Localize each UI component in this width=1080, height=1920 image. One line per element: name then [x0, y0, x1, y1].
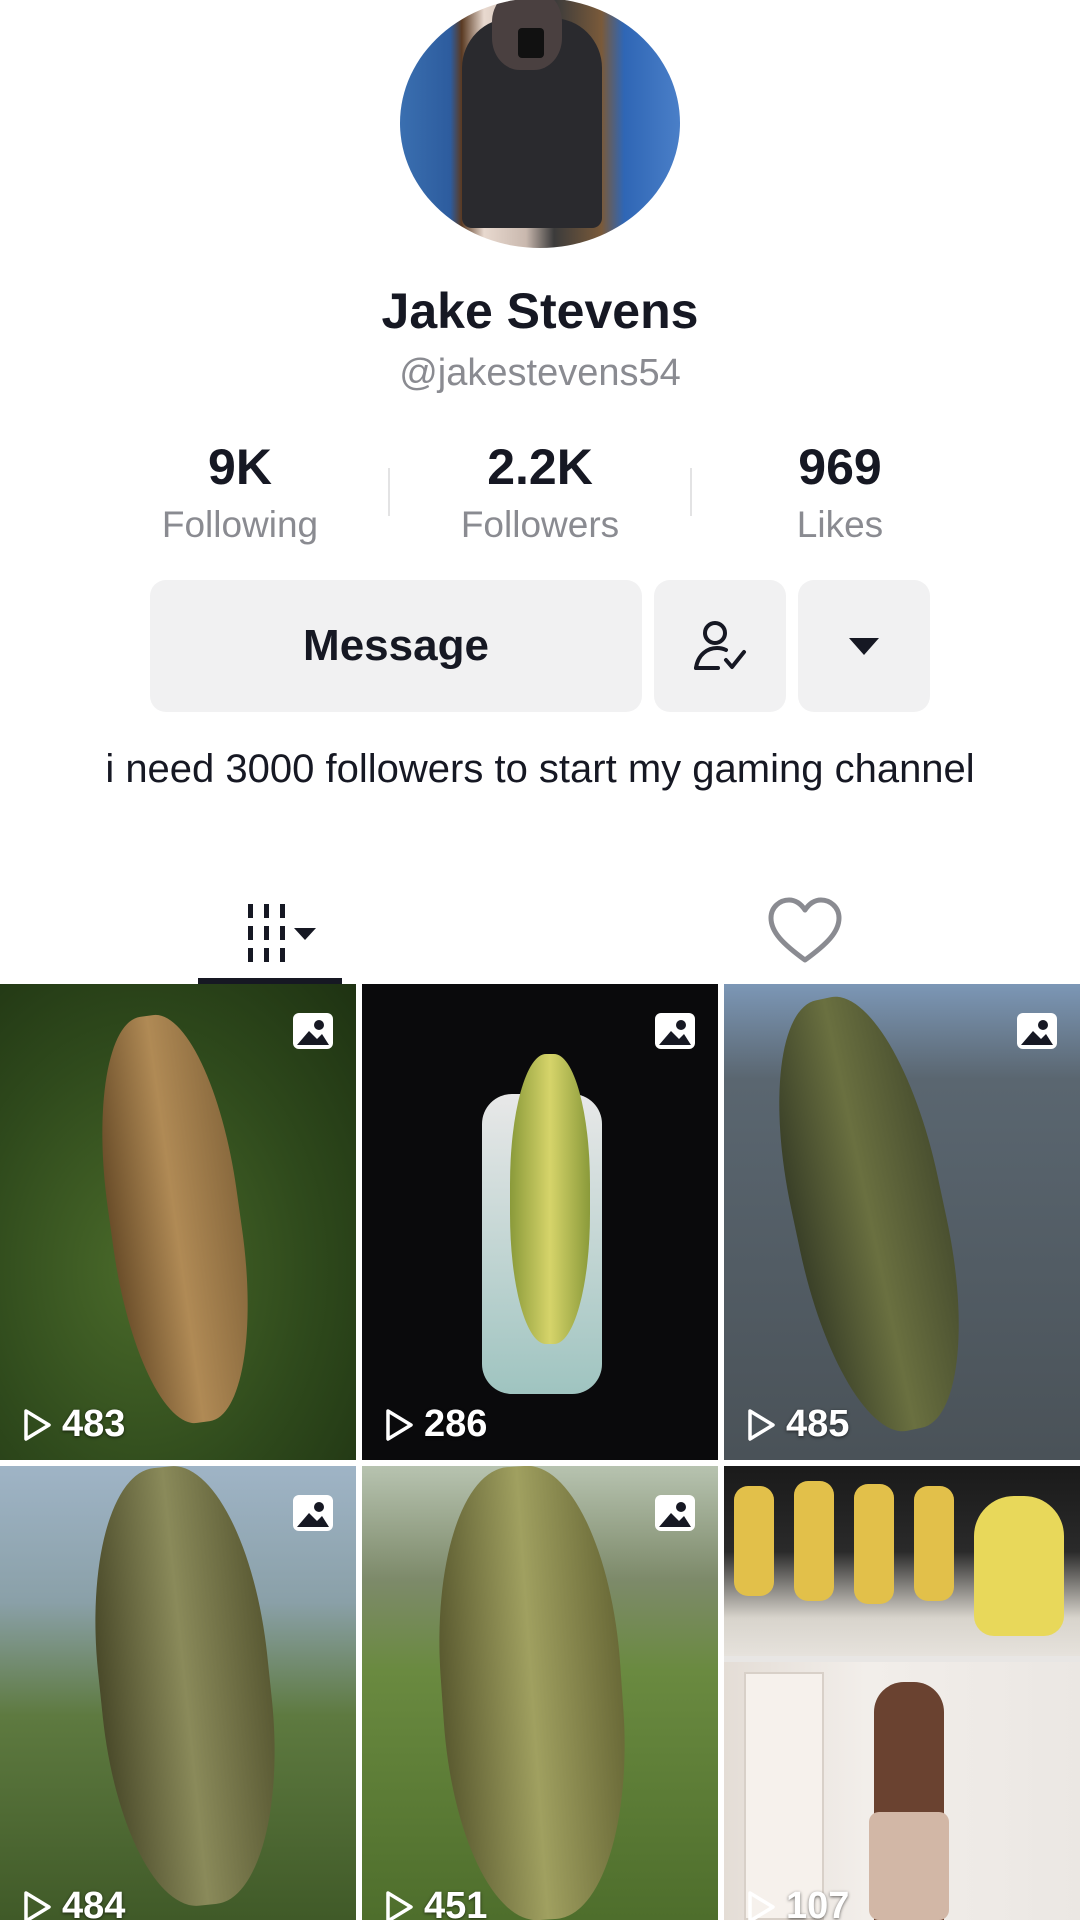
tab-videos[interactable] [198, 880, 342, 985]
play-outline-icon [386, 1408, 413, 1441]
photo-mode-icon [293, 1013, 333, 1049]
play-outline-icon [748, 1890, 775, 1920]
view-count: 483 [22, 1403, 125, 1446]
view-count: 286 [384, 1403, 487, 1446]
profile-avatar[interactable] [400, 0, 680, 248]
play-outline-icon [748, 1408, 775, 1441]
content-tabs [0, 880, 1080, 985]
avatar-phone [518, 28, 544, 58]
stat-likes-value: 969 [798, 439, 882, 495]
thumbnail-fish [426, 1466, 638, 1920]
play-outline-icon [24, 1408, 51, 1441]
message-button-label: Message [303, 621, 489, 670]
display-name: Jake Stevens [381, 283, 699, 339]
profile-stats: 9K Following 2.2K Followers 969 Likes [0, 436, 1080, 556]
heart-outline-icon [768, 897, 842, 963]
message-button[interactable]: Message [150, 580, 642, 712]
stat-divider [388, 468, 390, 516]
stat-likes[interactable]: 969 Likes [720, 436, 960, 546]
stat-following-value: 9K [208, 439, 272, 495]
video-thumbnail[interactable]: 485 [724, 984, 1080, 1460]
photo-mode-icon [1017, 1013, 1057, 1049]
video-thumbnail[interactable]: 107 [724, 1466, 1080, 1920]
more-options-button[interactable] [798, 580, 930, 712]
stat-followers[interactable]: 2.2K Followers [420, 436, 660, 546]
view-count-value: 451 [424, 1885, 488, 1920]
stat-followers-label: Followers [460, 504, 620, 545]
profile-bio: i need 3000 followers to start my gaming… [105, 747, 975, 791]
following-button[interactable] [654, 580, 786, 712]
photo-mode-icon [655, 1013, 695, 1049]
caret-down-icon [849, 638, 879, 655]
stat-divider [690, 468, 692, 516]
stat-following[interactable]: 9K Following [120, 436, 360, 546]
view-count: 485 [746, 1403, 849, 1446]
person-check-icon [694, 621, 746, 670]
thumbnail-fish [77, 1466, 293, 1914]
grid-videos-icon [248, 903, 316, 962]
photo-mode-icon [655, 1495, 695, 1531]
view-count-value: 484 [62, 1885, 126, 1920]
view-count: 107 [746, 1885, 849, 1920]
thumbnail-room [724, 1662, 1080, 1920]
view-count-value: 485 [786, 1403, 850, 1445]
video-thumbnail[interactable]: 484 [0, 1466, 356, 1920]
video-grid: 483 286 485 484 451 107 [0, 984, 1080, 1920]
username: @jakestevens54 [399, 352, 681, 394]
view-count-value: 286 [424, 1403, 488, 1445]
view-count: 484 [22, 1885, 125, 1920]
thumbnail-fish [749, 984, 989, 1445]
thumbnail-fish [510, 1054, 590, 1344]
thumbnail-fish [82, 1006, 268, 1432]
view-count-value: 483 [62, 1403, 126, 1445]
view-count-value: 107 [786, 1885, 850, 1920]
thumbnail-dancers [724, 1466, 1080, 1656]
play-outline-icon [386, 1890, 413, 1920]
stat-likes-label: Likes [796, 504, 884, 545]
tab-liked[interactable] [765, 892, 845, 972]
video-thumbnail[interactable]: 451 [362, 1466, 718, 1920]
stat-followers-value: 2.2K [487, 439, 593, 495]
photo-mode-icon [293, 1495, 333, 1531]
video-thumbnail[interactable]: 483 [0, 984, 356, 1460]
stat-following-label: Following [161, 504, 319, 545]
video-thumbnail[interactable]: 286 [362, 984, 718, 1460]
play-outline-icon [24, 1890, 51, 1920]
view-count: 451 [384, 1885, 487, 1920]
